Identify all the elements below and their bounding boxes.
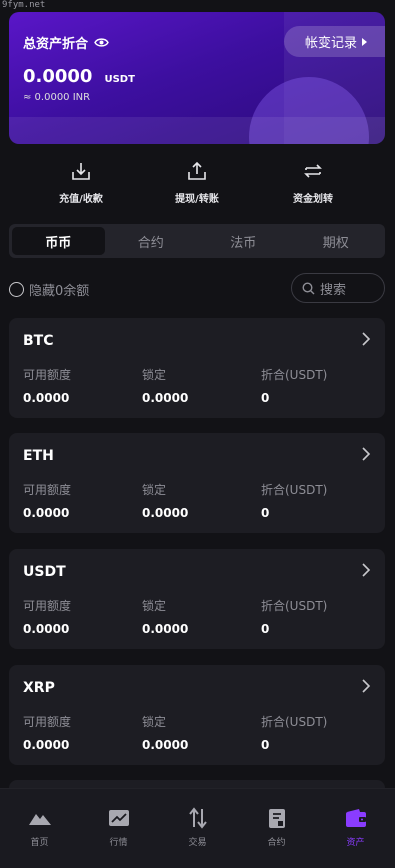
chart-icon	[108, 810, 129, 826]
total-assets-card: 总资产折合 0.0000 USDT ≈ 0.0000 INR 帐变记录	[9, 12, 385, 144]
total-assets-amount: 0.0000 USDT	[23, 66, 135, 87]
inr-equivalent: ≈ 0.0000 INR	[23, 92, 91, 103]
usdt-value: 0	[261, 506, 270, 520]
tab-spot[interactable]: 币币	[12, 227, 105, 255]
available-column: 可用额度 0.0000	[23, 481, 71, 520]
nav-home[interactable]: 首页	[0, 789, 79, 868]
available-value: 0.0000	[23, 391, 70, 405]
usdt-column: 折合(USDT) 0	[261, 597, 327, 636]
coin-card-btc[interactable]: BTC 可用额度 0.0000 锁定 0.0000 折合(USDT) 0	[9, 318, 385, 418]
tab-contract[interactable]: 合约	[105, 227, 198, 255]
locked-value: 0.0000	[142, 391, 189, 405]
total-assets-label: 总资产折合	[23, 37, 89, 52]
search-input[interactable]: 搜索	[291, 273, 385, 303]
coin-card-xrp[interactable]: XRP 可用额度 0.0000 锁定 0.0000 折合(USDT) 0	[9, 665, 385, 765]
available-value: 0.0000	[23, 738, 70, 752]
card-decoration-strip	[9, 117, 385, 144]
deposit-label: 充值/收款	[59, 194, 103, 205]
withdraw-label: 提现/转账	[175, 194, 219, 205]
usdt-column: 折合(USDT) 0	[261, 481, 327, 520]
hide-zero-balance-toggle[interactable]: 隐藏0余额	[9, 280, 89, 299]
radio-circle-icon[interactable]	[9, 282, 24, 297]
chevron-right-icon[interactable]	[361, 332, 371, 346]
tab-options[interactable]: 期权	[290, 227, 383, 255]
coin-name: USDT	[23, 564, 66, 580]
quick-actions: 充值/收款 提现/转账 资金划转	[0, 160, 395, 210]
chevron-right-icon[interactable]	[361, 679, 371, 693]
deposit-button[interactable]: 充值/收款	[36, 160, 126, 205]
available-label: 可用额度	[23, 368, 72, 382]
locked-column: 锁定 0.0000	[142, 366, 188, 405]
transfer-label: 资金划转	[293, 194, 333, 205]
available-label: 可用额度	[23, 715, 72, 729]
chevron-right-icon[interactable]	[361, 447, 371, 461]
coin-card-usdt[interactable]: USDT 可用额度 0.0000 锁定 0.0000 折合(USDT) 0	[9, 549, 385, 649]
nav-contract[interactable]: 合约	[237, 789, 316, 868]
bottom-navigation: 首页 行情 交易 合约 资产	[0, 788, 395, 868]
nav-assets[interactable]: 资产	[316, 789, 395, 868]
transfer-arrows-icon	[304, 164, 322, 178]
record-button-label: 帐变记录	[305, 36, 358, 51]
locked-label: 锁定	[142, 599, 167, 613]
usdt-label: 折合(USDT)	[261, 715, 328, 729]
locked-value: 0.0000	[142, 622, 189, 636]
nav-home-label: 首页	[30, 838, 49, 848]
nav-trade-label: 交易	[188, 838, 207, 848]
locked-column: 锁定 0.0000	[142, 713, 188, 752]
usdt-label: 折合(USDT)	[261, 368, 328, 382]
locked-value: 0.0000	[142, 506, 189, 520]
search-icon	[302, 281, 315, 294]
upload-tray-icon	[188, 161, 206, 180]
usdt-column: 折合(USDT) 0	[261, 713, 327, 752]
nav-market[interactable]: 行情	[79, 789, 158, 868]
watermark: 9fym.net	[2, 0, 46, 10]
transaction-record-button[interactable]: 帐变记录	[284, 26, 385, 57]
chevron-right-icon[interactable]	[361, 563, 371, 577]
withdraw-button[interactable]: 提现/转账	[152, 160, 242, 205]
available-column: 可用额度 0.0000	[23, 713, 71, 752]
coin-name: BTC	[23, 333, 54, 349]
available-label: 可用额度	[23, 599, 72, 613]
locked-column: 锁定 0.0000	[142, 481, 188, 520]
locked-label: 锁定	[142, 483, 167, 497]
available-column: 可用额度 0.0000	[23, 366, 71, 405]
amount-unit: USDT	[104, 74, 135, 85]
usdt-value: 0	[261, 738, 270, 752]
mountain-icon	[28, 814, 51, 825]
nav-contract-label: 合约	[267, 838, 286, 848]
hide-zero-label: 隐藏0余额	[29, 284, 90, 299]
coin-name: ETH	[23, 448, 54, 464]
account-type-tabs: 币币 合约 法币 期权	[9, 224, 385, 258]
coin-name: XRP	[23, 680, 55, 696]
available-column: 可用额度 0.0000	[23, 597, 71, 636]
locked-value: 0.0000	[142, 738, 189, 752]
available-label: 可用额度	[23, 483, 72, 497]
usdt-value: 0	[261, 391, 270, 405]
available-value: 0.0000	[23, 506, 70, 520]
locked-label: 锁定	[142, 368, 167, 382]
amount-value: 0.0000	[23, 66, 93, 87]
total-assets-title: 总资产折合	[23, 33, 109, 52]
tab-fiat[interactable]: 法币	[197, 227, 290, 255]
eye-icon[interactable]	[94, 37, 109, 48]
nav-market-label: 行情	[109, 838, 128, 848]
download-tray-icon	[72, 163, 90, 180]
locked-column: 锁定 0.0000	[142, 597, 188, 636]
usdt-column: 折合(USDT) 0	[261, 366, 327, 405]
available-value: 0.0000	[23, 622, 70, 636]
wallet-icon	[345, 809, 366, 827]
search-placeholder: 搜索	[320, 282, 347, 298]
coin-card-eth[interactable]: ETH 可用额度 0.0000 锁定 0.0000 折合(USDT) 0	[9, 433, 385, 533]
contract-icon	[268, 809, 285, 828]
locked-label: 锁定	[142, 715, 167, 729]
nav-assets-label: 资产	[346, 838, 365, 848]
caret-right-icon	[362, 37, 368, 46]
transfer-button[interactable]: 资金划转	[268, 160, 358, 205]
usdt-label: 折合(USDT)	[261, 599, 328, 613]
usdt-value: 0	[261, 622, 270, 636]
usdt-label: 折合(USDT)	[261, 483, 328, 497]
trade-arrows-icon	[188, 807, 207, 829]
nav-trade[interactable]: 交易	[158, 789, 237, 868]
